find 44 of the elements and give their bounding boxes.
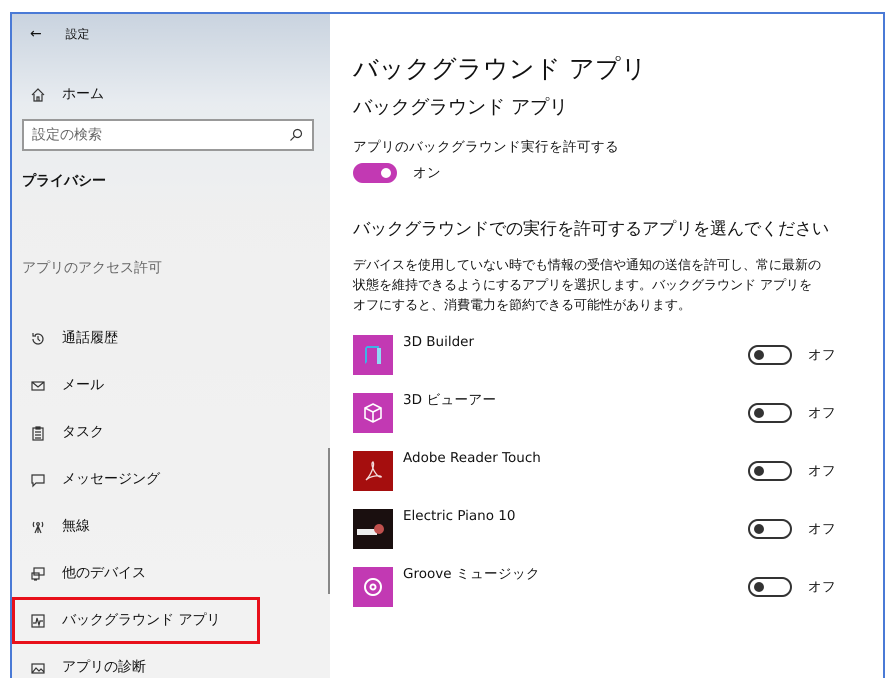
toggle-switch[interactable] [748,577,792,598]
section-title: バックグラウンド アプリ [353,96,570,119]
toggle-state: オフ [808,520,836,539]
sidebar-item[interactable]: アプリの診断 [12,644,330,678]
scrollbar[interactable] [328,448,330,594]
toggle-switch[interactable] [748,345,792,366]
app-name: 3D ビューアー [402,391,498,410]
home-icon [30,86,46,102]
page-title: バックグラウンド アプリ [353,54,648,84]
sidebar-item[interactable]: 無線 [12,503,330,550]
description-text: デバイスを使用していない時でも情報の受信や通知の送信を許可し、常に最新の状態を維持できるようにするアプリを選択します。バックグラウンド アプリをオフにすると、消費電力を節約できる可能性があります。 [353,256,822,315]
sidebar-item[interactable]: メッセージング [12,456,330,503]
devices-icon [30,566,46,582]
toggle-switch[interactable] [353,163,397,184]
setting-label: アプリのバックグラウンド実行を許可する [353,138,620,157]
chart-icon [30,612,46,628]
back-button[interactable]: ← [30,24,42,44]
toggle-state: オフ [808,404,836,423]
toggle-state: オフ [808,462,836,481]
home-link[interactable]: ホーム [62,84,104,105]
app-name: Adobe Reader Touch [402,449,542,468]
app-name: 3D Builder [402,333,476,352]
search-field[interactable]: 設定の検索 [22,119,314,151]
group-heading: アプリのアクセス許可 [21,259,163,278]
toggle-state: オン [413,164,441,184]
sidebar-item[interactable]: 他のデバイス [12,550,330,597]
history-icon [30,330,46,346]
sidebar-item[interactable]: バックグラウンド アプリ [12,597,260,644]
app-name: Groove ミュージック [402,565,541,584]
section-heading: バックグラウンドでの実行を許可するアプリを選んでください [353,219,830,240]
toggle-switch[interactable] [748,403,792,424]
toggle-state: オフ [808,346,836,365]
sidebar-item[interactable]: タスク [12,409,330,456]
category-heading: プライバシー [21,172,107,191]
chat-icon [30,472,46,488]
search-icon [288,127,304,143]
toggle-switch[interactable] [748,519,792,540]
sidebar-item[interactable]: メール [12,362,330,409]
clipboard-icon [30,424,46,440]
sidebar-item[interactable]: 通話履歴 [12,315,330,362]
window-title: 設定 [66,26,90,43]
app-name: Electric Piano 10 [402,507,516,526]
toggle-switch[interactable] [748,461,792,482]
toggle-state: オフ [808,578,836,597]
